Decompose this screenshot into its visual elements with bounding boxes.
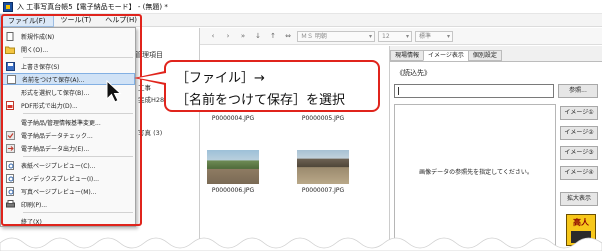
pdf-icon [5, 100, 15, 110]
thumbnail-filename: P0000006.JPG [211, 187, 255, 194]
callout-line-1: ［ファイル］→ [176, 71, 265, 86]
load-source-label: 《読込先》 [396, 69, 431, 77]
preview-message: 画像データの参照先を指定してください。 [419, 169, 533, 176]
browse-button[interactable]: 参照... [558, 84, 598, 98]
preview-icon [5, 160, 15, 170]
tab-individual-settings[interactable]: 個別設定 [467, 50, 502, 61]
menu-file[interactable]: ファイル(F) [0, 13, 54, 27]
tree-header: 管理項目 [135, 51, 163, 59]
callout-line-2: ［名前をつけて保存］を選択 [176, 93, 346, 108]
font-size-select[interactable]: 12 [378, 30, 412, 42]
title-bar: 入 工事写真台帳5【電子納品モード】 - (無題) * [0, 0, 602, 14]
menu-separator [23, 212, 133, 213]
menu-item-label: 上書き保存(S) [21, 63, 60, 71]
panel-tabs: 現場情報 イメージ表示 個別設定 [390, 50, 502, 61]
menu-item-label: インデックスプレビュー(I)... [21, 175, 99, 183]
export-icon [5, 143, 15, 153]
menu-help[interactable]: ヘルプ(H) [98, 14, 144, 27]
new-icon [5, 31, 15, 41]
window-title: 入 工事写真台帳5【電子納品モード】 - (無題) * [17, 2, 168, 11]
torn-edge-decoration [0, 237, 602, 251]
print-icon [5, 199, 15, 209]
zoom-view-button[interactable]: 拡大表示 [560, 192, 598, 206]
menu-tools[interactable]: ツール(T) [54, 14, 99, 27]
menu-item-label: 形式を選択して保存(B)... [21, 89, 90, 97]
last-page-icon[interactable]: » [237, 30, 249, 42]
image-1-button[interactable]: イメージ① [560, 106, 598, 120]
thumbnail-filename: P0000007.JPG [301, 187, 345, 194]
menu-item-label: PDF形式で出力(D)... [21, 102, 78, 110]
save-icon [5, 61, 15, 71]
move-up-icon[interactable]: ↑ [267, 30, 279, 42]
font-name-select[interactable]: ＭＳ 明朝 [297, 30, 375, 42]
menu-item-index-preview[interactable]: インデックスプレビュー(I)... [1, 172, 135, 184]
prev-page-icon[interactable]: ‹ [207, 30, 219, 42]
menu-item-data-check[interactable]: 電子納品データチェック... [1, 129, 135, 141]
load-path-input[interactable] [394, 84, 554, 98]
menu-item-label: 印刷(P)... [21, 201, 48, 209]
instruction-callout: ［ファイル］→ ［名前をつけて保存］を選択 [164, 60, 380, 112]
menu-item-save[interactable]: 上書き保存(S) [1, 60, 135, 72]
thumbnail-filename: P0000005.JPG [301, 115, 345, 122]
tree-item[interactable]: 完成H28 [138, 94, 164, 104]
menu-item-standard-change[interactable]: 電子納品/管理情報基準変更... [1, 116, 135, 128]
preview-icon [5, 173, 15, 183]
thumbnail-image [297, 150, 349, 184]
app-icon [3, 1, 13, 12]
menu-separator [23, 156, 133, 157]
menu-item-label: 名前をつけて保存(A)... [22, 76, 85, 84]
menu-item-label: 終了(X) [21, 218, 42, 226]
menu-item-label: 新規作成(N) [21, 33, 55, 41]
image-2-button[interactable]: イメージ② [560, 126, 598, 140]
thumbnail-filename: P0000004.JPG [211, 115, 255, 122]
menu-item-label: 電子納品データチェック... [21, 132, 93, 140]
font-style-select[interactable]: 標準 [415, 30, 453, 42]
menu-item-label: 写真ページプレビュー(M)... [21, 188, 97, 196]
thumbnail-item[interactable]: P0000007.JPG [292, 150, 352, 200]
menu-item-open[interactable]: 開く(O)... [1, 43, 135, 55]
open-folder-icon [5, 44, 15, 54]
menu-item-label: 開く(O)... [21, 46, 49, 54]
preview-icon [5, 186, 15, 196]
menu-item-label: 電子納品/管理情報基準変更... [21, 119, 101, 127]
swap-icon[interactable]: ⇔ [282, 30, 294, 42]
blank-icon [5, 216, 15, 226]
menu-item-data-export[interactable]: 電子納品データ出力(E)... [1, 142, 135, 154]
menu-item-label: 表紙ページプレビュー(C)... [21, 162, 96, 170]
tab-image-view[interactable]: イメージ表示 [423, 50, 469, 61]
menu-item-photo-preview[interactable]: 写真ページプレビュー(M)... [1, 185, 135, 197]
menu-bar: ファイル(F) ツール(T) ヘルプ(H) [0, 13, 602, 27]
callout-pointer-inner [138, 73, 166, 83]
mouse-cursor-icon [106, 80, 122, 103]
image-preview-area: 画像データの参照先を指定してください。 [394, 104, 556, 251]
menu-item-cover-preview[interactable]: 表紙ページプレビュー(C)... [1, 159, 135, 171]
menu-item-label: 電子納品データ出力(E)... [21, 145, 90, 153]
menu-item-new[interactable]: 新規作成(N) [1, 30, 135, 42]
menu-item-print[interactable]: 印刷(P)... [1, 198, 135, 210]
tab-site-info[interactable]: 現場情報 [390, 50, 425, 61]
file-menu-dropdown: 新規作成(N) 開く(O)... 上書き保存(S) 名前をつけて保存(A)...… [0, 27, 136, 227]
move-down-icon[interactable]: ↓ [252, 30, 264, 42]
image-3-button[interactable]: イメージ③ [560, 146, 598, 160]
image-4-button[interactable]: イメージ④ [560, 166, 598, 180]
save-as-icon [6, 74, 16, 84]
blank-icon [5, 87, 15, 97]
blank-icon [5, 117, 15, 127]
thumbnail-item[interactable]: P0000006.JPG [202, 150, 262, 200]
mascot-text: 高人 [573, 218, 589, 227]
toolbar: T ↶ ↷ « ‹ › » ↓ ↑ ⇔ ＭＳ 明朝 12 標準 [135, 28, 602, 45]
menu-separator [23, 113, 133, 114]
thumbnail-image [207, 150, 259, 184]
menu-separator [23, 57, 133, 58]
tree-item[interactable]: 写真 (3) [138, 127, 162, 137]
check-icon [5, 130, 15, 140]
menu-item-exit[interactable]: 終了(X) [1, 215, 135, 227]
next-page-icon[interactable]: › [222, 30, 234, 42]
